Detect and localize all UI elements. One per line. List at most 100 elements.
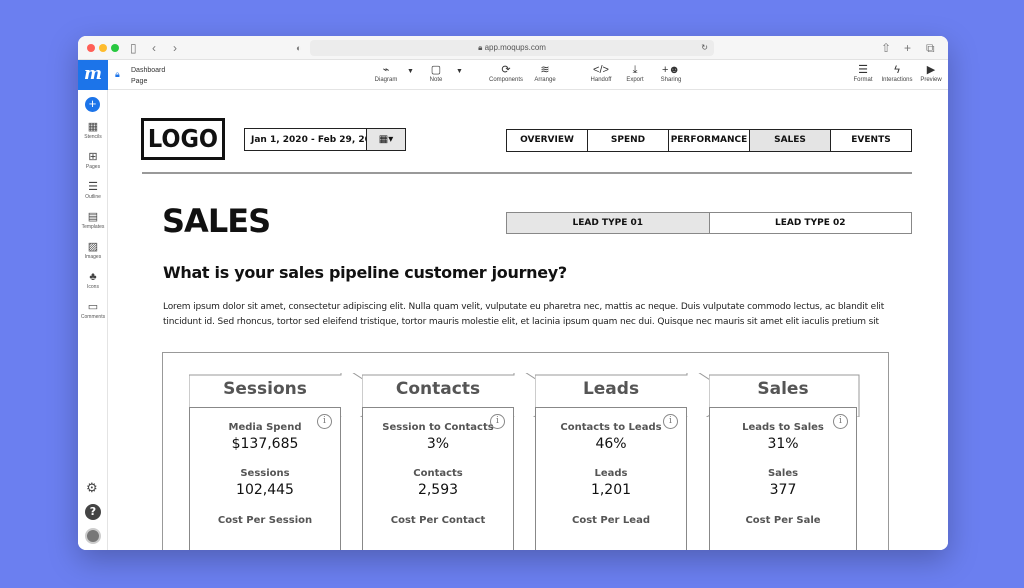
- templates-icon: ▤: [87, 211, 99, 223]
- calendar-icon[interactable]: ▦▾: [366, 129, 405, 150]
- add-button[interactable]: +: [85, 97, 100, 112]
- help-icon[interactable]: ?: [85, 504, 101, 520]
- tab-spend[interactable]: SPEND: [588, 130, 669, 151]
- metric-card: i Contacts to Leads 46% Leads 1,201 Cost…: [535, 407, 687, 550]
- settings-gear-icon[interactable]: ⚙: [86, 480, 98, 496]
- metric-value: 31%: [767, 436, 799, 452]
- lock-icon[interactable]: 🔒︎: [115, 69, 120, 80]
- tabs-overview-icon[interactable]: ⧉: [926, 40, 935, 56]
- sidebar-item-templates[interactable]: ▤ Templates: [78, 211, 108, 230]
- funnel-stage-sales: Sales i Leads to Sales 31% Sales 377 Cos…: [709, 373, 861, 550]
- metric-value: 2,593: [417, 482, 459, 498]
- metric-label: Sales: [767, 468, 799, 479]
- format-tool[interactable]: ☰ Format: [850, 63, 876, 83]
- back-icon[interactable]: ‹: [152, 40, 156, 56]
- diagram-icon: ⌁: [382, 64, 390, 76]
- metric-label: Contacts: [413, 468, 463, 479]
- reload-icon[interactable]: ↻: [701, 40, 708, 56]
- metric-label: Cost Per Contact: [390, 515, 486, 526]
- comments-icon: ▭: [87, 301, 99, 313]
- metric-card: i Leads to Sales 31% Sales 377 Cost Per …: [709, 407, 857, 550]
- preview-tool[interactable]: ▶ Preview: [918, 63, 944, 83]
- preview-icon: ▶: [926, 64, 936, 76]
- design-canvas[interactable]: LOGO Jan 1, 2020 - Feb 29, 2020 ▦▾ OVERV…: [109, 90, 948, 550]
- tab-sales[interactable]: SALES: [750, 130, 831, 151]
- lead-type-tabs: LEAD TYPE 01 LEAD TYPE 02: [506, 212, 912, 234]
- stage-title: Sessions: [223, 379, 307, 399]
- diagram-dropdown-icon[interactable]: ▼: [407, 68, 414, 75]
- metric-label: Cost Per Sale: [745, 515, 821, 526]
- stage-title: Leads: [582, 379, 640, 399]
- metric-label: Session to Contacts: [382, 422, 494, 433]
- club-icon: ♣: [89, 271, 97, 283]
- sidebar-item-pages[interactable]: ⊞ Pages: [78, 151, 108, 170]
- description-paragraph: Lorem ipsum dolor sit amet, consectetur …: [163, 300, 913, 330]
- lock-icon: 🔒︎: [478, 43, 483, 52]
- document-info[interactable]: Dashboard Page: [131, 65, 165, 87]
- export-icon: ⤓: [632, 64, 638, 76]
- export-tool[interactable]: ⤓ Export: [621, 63, 649, 83]
- moqups-logo[interactable]: m: [78, 60, 108, 90]
- metric-label: Leads: [594, 468, 628, 479]
- tab-performance[interactable]: PERFORMANCE: [669, 130, 750, 151]
- stencils-icon: ▦: [87, 121, 99, 133]
- close-window-button[interactable]: [87, 44, 95, 52]
- logo-placeholder: LOGO: [141, 118, 225, 160]
- stage-title: Sales: [757, 379, 809, 399]
- browser-window: ▯ ‹ › ◐ 🔒︎ app.moqups.com ↻ ⇧ + ⧉ m 🔒︎ D…: [78, 36, 948, 550]
- avatar[interactable]: [85, 528, 101, 544]
- note-dropdown-icon[interactable]: ▼: [456, 68, 463, 75]
- metric-label: Leads to Sales: [742, 422, 824, 433]
- share-icon[interactable]: ⇧: [881, 40, 891, 56]
- tab-lead-type-01[interactable]: LEAD TYPE 01: [507, 213, 710, 233]
- metric-label: Cost Per Session: [217, 515, 313, 526]
- tab-events[interactable]: EVENTS: [831, 130, 911, 151]
- components-icon: ⟳: [501, 64, 511, 76]
- handoff-tool[interactable]: </> Handoff: [586, 63, 616, 83]
- sidebar-item-icons[interactable]: ♣ Icons: [78, 271, 108, 290]
- maximize-window-button[interactable]: [111, 44, 119, 52]
- images-icon: ▨: [87, 241, 99, 253]
- privacy-shield-icon[interactable]: ◐: [296, 40, 301, 56]
- app-toolbar: m 🔒︎ Dashboard Page ⌁ Diagram ▼ ▢ Note ▼…: [78, 60, 948, 90]
- metric-value: 377: [769, 482, 797, 498]
- sidebar-item-images[interactable]: ▨ Images: [78, 241, 108, 260]
- metric-label: Sessions: [240, 468, 290, 479]
- date-range-picker[interactable]: Jan 1, 2020 - Feb 29, 2020 ▦▾: [244, 128, 406, 151]
- note-tool[interactable]: ▢ Note: [423, 63, 449, 83]
- interactions-tool[interactable]: ϟ Interactions: [878, 63, 916, 83]
- sharing-tool[interactable]: +☻ Sharing: [656, 63, 686, 83]
- sidebar-item-comments[interactable]: ▭ Comments: [78, 301, 108, 320]
- sidebar-toggle-icon[interactable]: ▯: [130, 40, 137, 56]
- note-icon: ▢: [430, 64, 442, 76]
- page-title: SALES: [162, 202, 271, 240]
- forward-icon[interactable]: ›: [173, 40, 177, 56]
- diagram-tool[interactable]: ⌁ Diagram: [371, 63, 401, 83]
- metric-card: i Media Spend $137,685 Sessions 102,445 …: [189, 407, 341, 550]
- minimize-window-button[interactable]: [99, 44, 107, 52]
- format-icon: ☰: [858, 64, 868, 76]
- paragraph-line: Lorem ipsum dolor sit amet, consectetur …: [163, 302, 885, 312]
- browser-titlebar: ▯ ‹ › ◐ 🔒︎ app.moqups.com ↻ ⇧ + ⧉: [78, 36, 948, 60]
- components-tool[interactable]: ⟳ Components: [486, 63, 526, 83]
- metric-value: 102,445: [236, 482, 294, 498]
- metric-label: Cost Per Lead: [571, 515, 650, 526]
- document-title: Dashboard: [131, 67, 166, 74]
- paragraph-line: tincidunt id. Sed rhoncus, tortor sed el…: [163, 317, 879, 327]
- sharing-icon: +☻: [662, 64, 680, 76]
- metric-card: i Session to Contacts 3% Contacts 2,593 …: [362, 407, 514, 550]
- document-subtitle: Page: [131, 78, 148, 85]
- sidebar-item-stencils[interactable]: ▦ Stencils: [78, 121, 108, 140]
- tab-overview[interactable]: OVERVIEW: [507, 130, 588, 151]
- date-range-text: Jan 1, 2020 - Feb 29, 2020: [251, 135, 384, 145]
- address-bar[interactable]: 🔒︎ app.moqups.com ↻: [310, 40, 714, 56]
- pages-icon: ⊞: [88, 151, 98, 163]
- metric-label: Media Spend: [228, 422, 302, 433]
- sidebar-item-outline[interactable]: ☰ Outline: [78, 181, 108, 200]
- tab-lead-type-02[interactable]: LEAD TYPE 02: [710, 213, 912, 233]
- arrange-tool[interactable]: ≋ Arrange: [530, 63, 560, 83]
- left-sidebar: + ▦ Stencils ⊞ Pages ☰ Outline ▤ Templat…: [78, 90, 108, 550]
- funnel-container: Sessions i Media Spend $137,685 Sessions…: [162, 352, 889, 550]
- new-tab-icon[interactable]: +: [904, 40, 911, 56]
- metric-value: 46%: [595, 436, 627, 452]
